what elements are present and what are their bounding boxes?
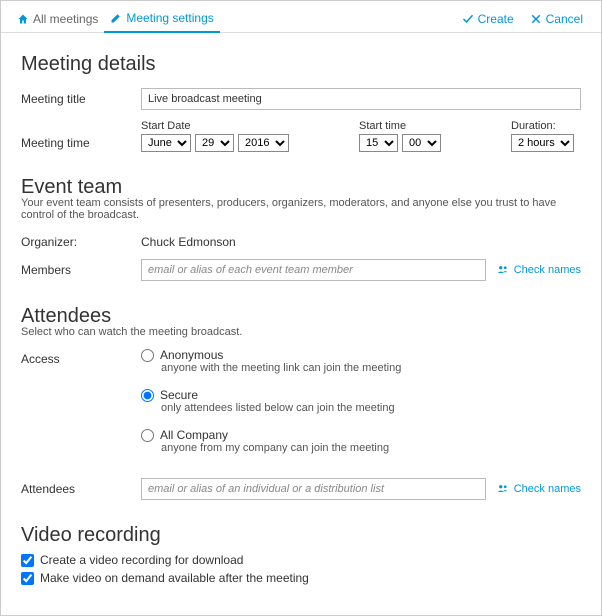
attendees-desc: Select who can watch the meeting broadca… (21, 326, 581, 338)
start-date-group: Start Date June 29 2016 (141, 120, 289, 152)
create-button[interactable]: Create (454, 8, 522, 32)
radio-company-sub: anyone from my company can join the meet… (161, 442, 581, 454)
access-option-anonymous: Anonymous anyone with the meeting link c… (141, 348, 581, 374)
year-select[interactable]: 2016 (238, 134, 289, 152)
access-label: Access (21, 348, 141, 366)
organizer-value: Chuck Edmonson (141, 231, 581, 249)
radio-secure-sub: only attendees listed below can join the… (161, 402, 581, 414)
video-recording-heading: Video recording (21, 524, 581, 547)
create-label: Create (478, 12, 514, 26)
cancel-label: Cancel (546, 12, 583, 26)
radio-anonymous-sub: anyone with the meeting link can join th… (161, 362, 581, 374)
access-option-secure: Secure only attendees listed below can j… (141, 388, 581, 414)
edit-icon (110, 12, 122, 24)
radio-secure-label: Secure (160, 388, 198, 402)
recording-option-download: Create a video recording for download (21, 553, 581, 567)
radio-secure[interactable] (141, 389, 154, 402)
people-icon (496, 264, 510, 276)
content: Meeting details Meeting title Meeting ti… (1, 33, 601, 597)
organizer-row: Organizer: Chuck Edmonson (21, 231, 581, 249)
members-label: Members (21, 259, 141, 277)
radio-anonymous-label: Anonymous (160, 348, 223, 362)
meeting-title-row: Meeting title (21, 88, 581, 110)
minute-select[interactable]: 00 (402, 134, 441, 152)
check-names-attendees[interactable]: Check names (496, 483, 581, 495)
check-names-attendees-label: Check names (514, 483, 581, 495)
organizer-label: Organizer: (21, 231, 141, 249)
close-icon (530, 13, 542, 25)
check-icon (462, 13, 474, 25)
duration-select[interactable]: 2 hours (511, 134, 574, 152)
start-date-label: Start Date (141, 120, 289, 132)
event-team-heading: Event team (21, 176, 581, 199)
recording-option-vod: Make video on demand available after the… (21, 571, 581, 585)
people-icon (496, 483, 510, 495)
meeting-title-input[interactable] (141, 88, 581, 110)
members-input[interactable] (141, 259, 486, 281)
checkbox-download[interactable] (21, 554, 34, 567)
radio-company-label: All Company (160, 428, 228, 442)
month-select[interactable]: June (141, 134, 191, 152)
event-team-desc: Your event team consists of presenters, … (21, 197, 581, 221)
meeting-details-heading: Meeting details (21, 53, 581, 76)
day-select[interactable]: 29 (195, 134, 234, 152)
cancel-button[interactable]: Cancel (522, 8, 591, 32)
meeting-title-label: Meeting title (21, 88, 141, 106)
access-row: Access Anonymous anyone with the meeting… (21, 348, 581, 468)
checkbox-vod-label: Make video on demand available after the… (40, 571, 309, 585)
duration-label: Duration: (511, 120, 574, 132)
attendees-input[interactable] (141, 478, 486, 500)
radio-anonymous[interactable] (141, 349, 154, 362)
attendees-input-row: Attendees Check names (21, 478, 581, 500)
tab-meeting-settings[interactable]: Meeting settings (104, 7, 219, 33)
checkbox-download-label: Create a video recording for download (40, 553, 243, 567)
tab-meeting-settings-label: Meeting settings (126, 11, 213, 25)
access-option-company: All Company anyone from my company can j… (141, 428, 581, 454)
checkbox-vod[interactable] (21, 572, 34, 585)
meeting-time-row: Meeting time Start Date June 29 2016 Sta… (21, 120, 581, 152)
start-time-label: Start time (359, 120, 441, 132)
duration-group: Duration: 2 hours (511, 120, 574, 152)
hour-select[interactable]: 15 (359, 134, 398, 152)
check-names-members-label: Check names (514, 264, 581, 276)
meeting-time-label: Meeting time (21, 120, 141, 150)
start-time-group: Start time 15 00 (359, 120, 441, 152)
attendees-input-label: Attendees (21, 478, 141, 496)
members-row: Members Check names (21, 259, 581, 281)
attendees-heading: Attendees (21, 305, 581, 328)
check-names-members[interactable]: Check names (496, 264, 581, 276)
radio-company[interactable] (141, 429, 154, 442)
top-bar: All meetings Meeting settings Create Can… (1, 1, 601, 33)
home-icon (17, 13, 29, 25)
tab-all-meetings-label: All meetings (33, 12, 98, 26)
tab-all-meetings[interactable]: All meetings (11, 8, 104, 32)
